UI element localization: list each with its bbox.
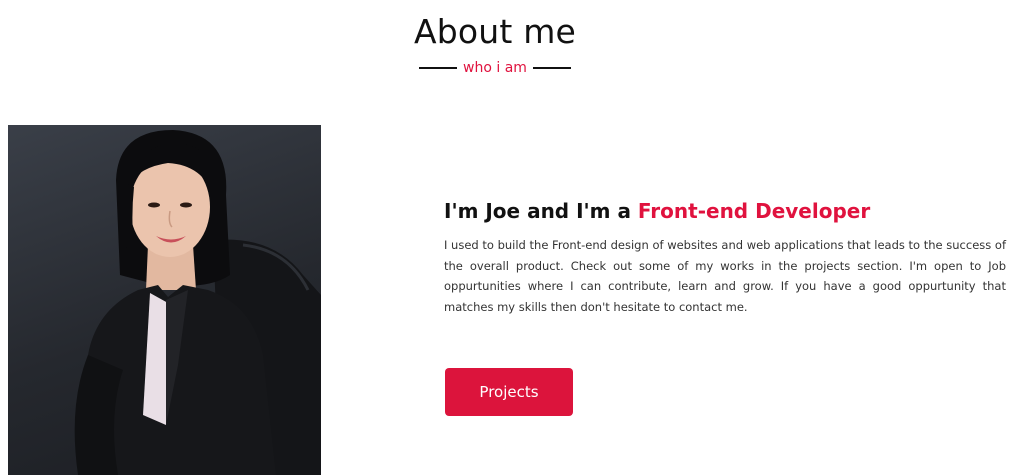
about-section: About me who i am I'm Joe and I'm a Fron… [0,0,1013,475]
profile-photo-illustration [74,130,321,475]
profile-photo [8,125,321,475]
section-title: About me [413,12,577,51]
projects-button[interactable]: Projects [445,368,573,416]
subtitle-line-right [532,67,571,69]
profile-headline: I'm Joe and I'm a Front-end Developer [444,199,1006,223]
section-subtitle: who i am [0,60,990,76]
headline-role: Front-end Developer [637,199,871,223]
subtitle-line-left [419,67,458,69]
subtitle-text: who i am [463,60,527,76]
profile-content: I'm Joe and I'm a Front-end Developer I … [444,199,1006,329]
headline-prefix: I'm Joe and I'm a [444,199,638,223]
profile-bio: I used to build the Front-end design of … [444,238,1006,314]
